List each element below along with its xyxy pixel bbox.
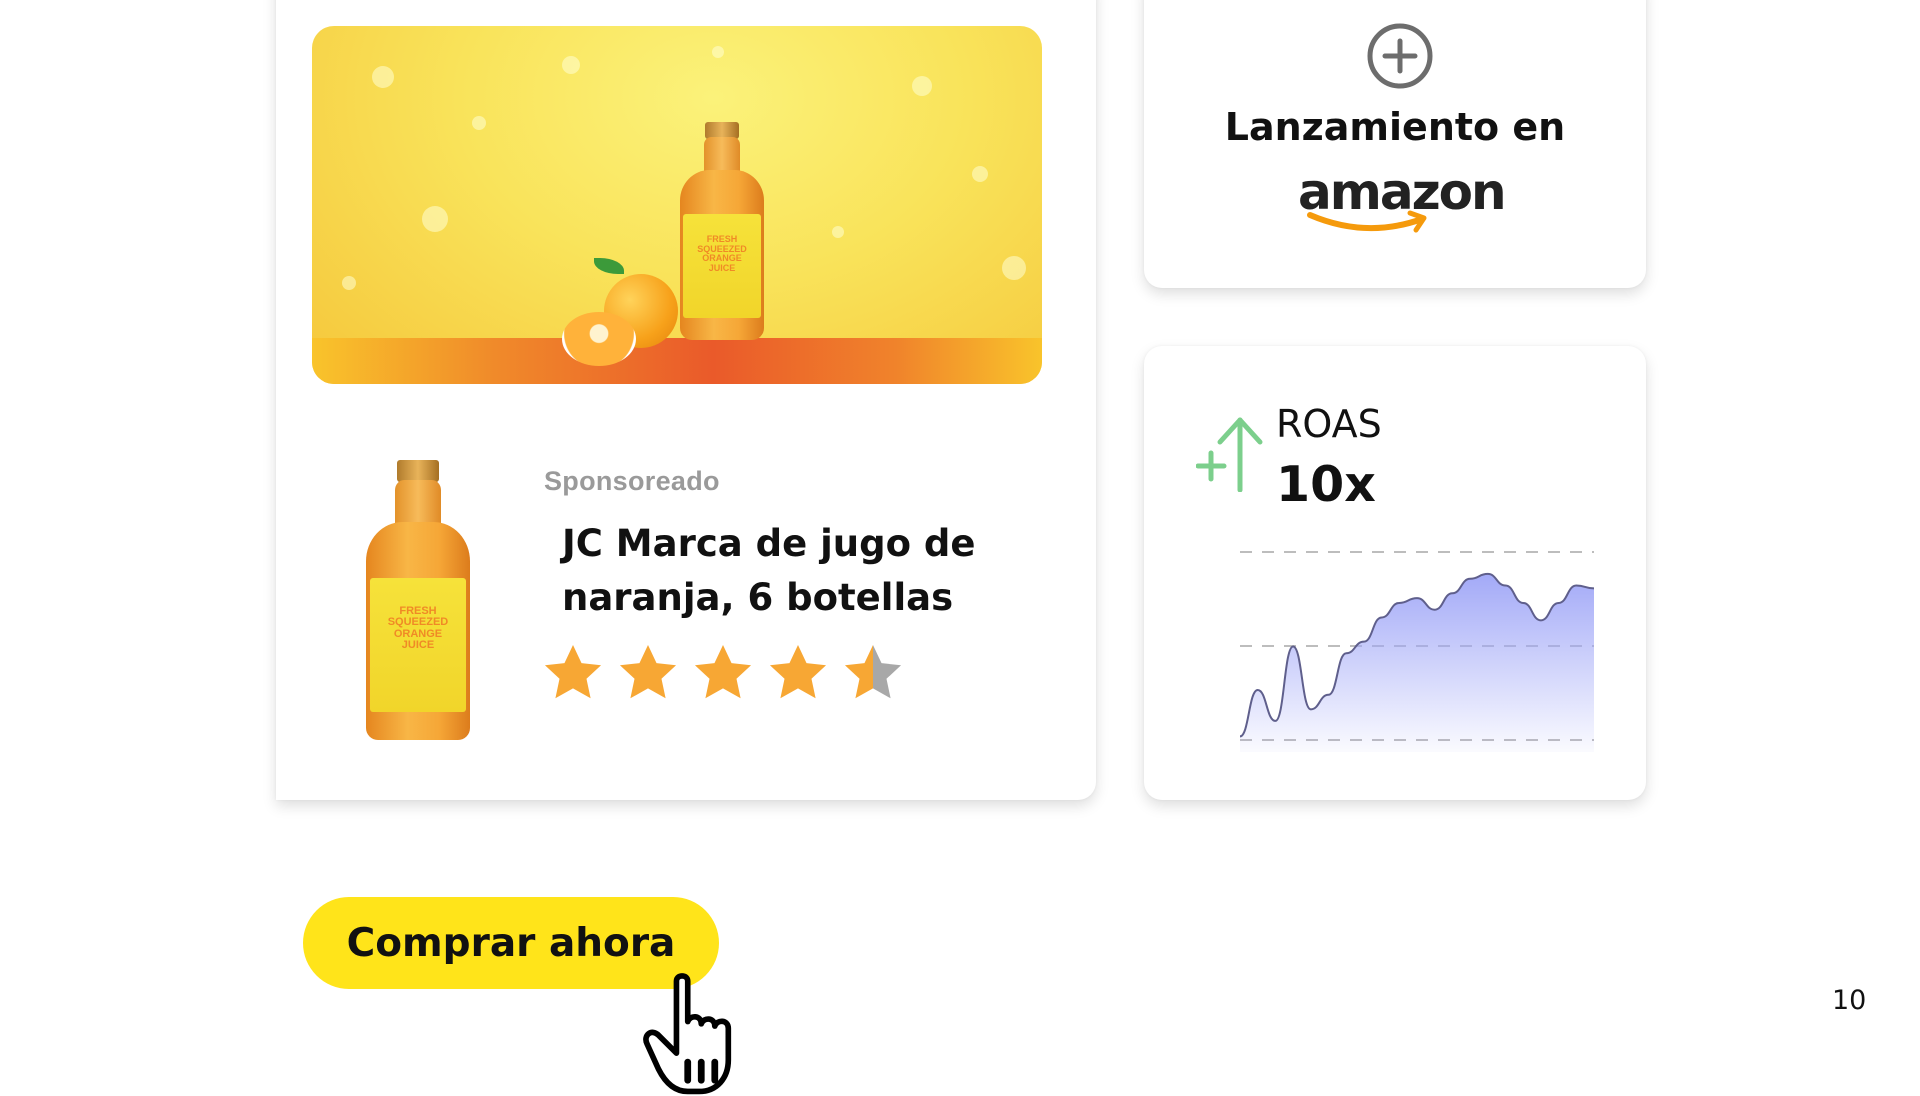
product-title[interactable]: JC Marca de jugo de naranja, 6 botellas bbox=[562, 517, 1062, 625]
hero-bottle-image: FRESH SQUEEZED ORANGE JUICE bbox=[680, 122, 764, 340]
orange-slice-image bbox=[562, 312, 636, 366]
amazon-logo: amazon bbox=[1298, 163, 1507, 241]
star-full-icon bbox=[694, 644, 752, 699]
pointer-hand-icon bbox=[643, 973, 732, 1095]
rating-stars bbox=[540, 640, 906, 706]
star-full-icon bbox=[619, 644, 677, 699]
roas-value: 10x bbox=[1276, 456, 1376, 513]
amazon-smile-icon bbox=[1307, 210, 1427, 233]
page-number: 10 bbox=[1832, 985, 1867, 1016]
roas-label: ROAS bbox=[1276, 402, 1382, 446]
star-half-icon bbox=[844, 644, 902, 699]
launch-text: Lanzamiento en bbox=[1224, 105, 1566, 149]
leaf-icon bbox=[594, 258, 624, 274]
growth-arrow-icon bbox=[1196, 417, 1263, 492]
product-hero-banner: FRESH SQUEEZED ORANGE JUICE bbox=[312, 26, 1042, 384]
star-full-icon bbox=[544, 644, 602, 699]
sponsored-label: Sponsoreado bbox=[544, 466, 720, 496]
plus-circle-icon[interactable] bbox=[1366, 22, 1434, 90]
roas-area-chart bbox=[1239, 551, 1595, 752]
product-bottle-image: FRESH SQUEEZED ORANGE JUICE bbox=[366, 460, 470, 740]
star-full-icon bbox=[769, 644, 827, 699]
chart-area-fill bbox=[1240, 573, 1594, 752]
hero-floor bbox=[312, 338, 1042, 384]
